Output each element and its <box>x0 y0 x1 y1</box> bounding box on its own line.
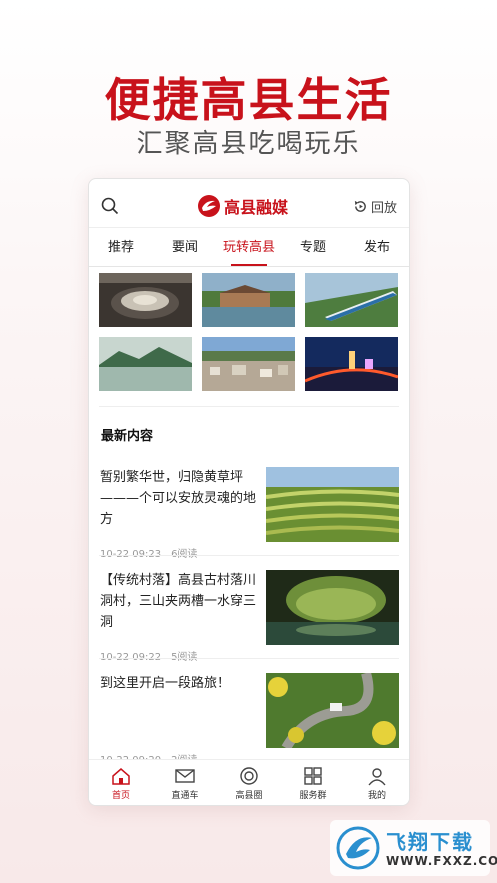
logo-emblem-icon <box>198 195 220 217</box>
watermark-url: WWW.FXXZ.COM <box>386 854 497 868</box>
list-item[interactable]: 到这里开启一段路旅！ 10-22 09:202阅读 <box>99 673 399 771</box>
app-logo: 高县融媒 <box>197 193 288 219</box>
bottom-navigation: 首页 直通车 高县圈 服务群 我的 <box>89 759 409 805</box>
promo-headline: 便捷高县生活 <box>104 73 393 127</box>
tab-news[interactable]: 要闻 <box>153 237 217 265</box>
grid-icon <box>304 767 322 785</box>
category-tabs: 推荐 要闻 玩转高县 专题 发布 <box>89 237 409 266</box>
tab-recommend[interactable]: 推荐 <box>89 237 153 265</box>
list-item[interactable]: 【传统村落】高县古村落川洞村，三山夹两槽一水穿三洞 10-22 09:225阅读 <box>99 570 399 668</box>
article-title: 暂别繁华世，归隐黄草坪———个可以安放灵魂的地方 <box>100 470 257 527</box>
tab-publish[interactable]: 发布 <box>345 237 409 265</box>
list-item[interactable]: 暂别繁华世，归隐黄草坪———个可以安放灵魂的地方 10-22 09:236阅读 <box>99 467 399 565</box>
nav-label: 我的 <box>367 791 386 801</box>
gallery-photo-town-view[interactable] <box>202 337 295 391</box>
replay-label: 回放 <box>370 201 397 216</box>
tab-topics[interactable]: 专题 <box>281 237 345 265</box>
search-icon[interactable] <box>101 197 119 215</box>
app-screen: 高县融媒 回放 推荐 要闻 玩转高县 专题 发布 最新内容 暂别繁华世，归隐黄草… <box>88 178 410 806</box>
gallery-photo-misty-lake[interactable] <box>99 337 192 391</box>
home-icon <box>112 768 130 785</box>
watermark-title: 飞翔下载 <box>386 830 474 854</box>
article-meta: 10-22 09:225阅读 <box>100 648 197 663</box>
app-header: 高县融媒 回放 <box>89 179 409 228</box>
article-meta: 10-22 09:236阅读 <box>100 545 197 560</box>
nav-label: 服务群 <box>299 791 327 801</box>
tab-explore-gaoxian[interactable]: 玩转高县 <box>217 237 281 266</box>
user-icon <box>368 768 386 786</box>
nav-label: 直通车 <box>171 791 199 801</box>
nav-direct[interactable]: 直通车 <box>153 760 217 805</box>
gallery-photo-high-speed-train[interactable] <box>305 273 398 327</box>
replay-button[interactable]: 回放 <box>353 197 397 216</box>
gallery-photo-night-city[interactable] <box>305 337 398 391</box>
article-divider <box>99 658 399 659</box>
replay-icon <box>354 200 366 212</box>
article-thumbnail-cave-river <box>266 570 399 645</box>
tabs-divider <box>89 266 409 267</box>
article-thumbnail-winding-road <box>266 673 399 748</box>
article-divider <box>99 555 399 556</box>
watermark-logo-icon <box>336 826 380 870</box>
promo-subline: 汇聚高县吃喝玩乐 <box>136 129 361 159</box>
gallery-photo-lakeside-village[interactable] <box>202 273 295 327</box>
logo-text: 高县融媒 <box>224 198 289 217</box>
article-thumbnail-tea-terraces <box>266 467 399 542</box>
section-title-latest: 最新内容 <box>101 429 154 444</box>
nav-circle[interactable]: 高县圈 <box>217 760 281 805</box>
mail-icon <box>175 769 195 783</box>
nav-home[interactable]: 首页 <box>89 760 153 805</box>
article-title: 到这里开启一段路旅！ <box>100 676 231 691</box>
gallery-divider <box>99 406 399 407</box>
nav-profile[interactable]: 我的 <box>345 760 409 805</box>
nav-label: 首页 <box>111 791 130 801</box>
nav-label: 高县圈 <box>235 791 263 801</box>
nav-services[interactable]: 服务群 <box>281 760 345 805</box>
article-title: 【传统村落】高县古村落川洞村，三山夹两槽一水穿三洞 <box>100 573 257 630</box>
circle-icon <box>240 767 258 785</box>
gallery-photo-hotpot[interactable] <box>99 273 192 327</box>
download-site-watermark: 飞翔下载 WWW.FXXZ.COM <box>330 820 497 876</box>
